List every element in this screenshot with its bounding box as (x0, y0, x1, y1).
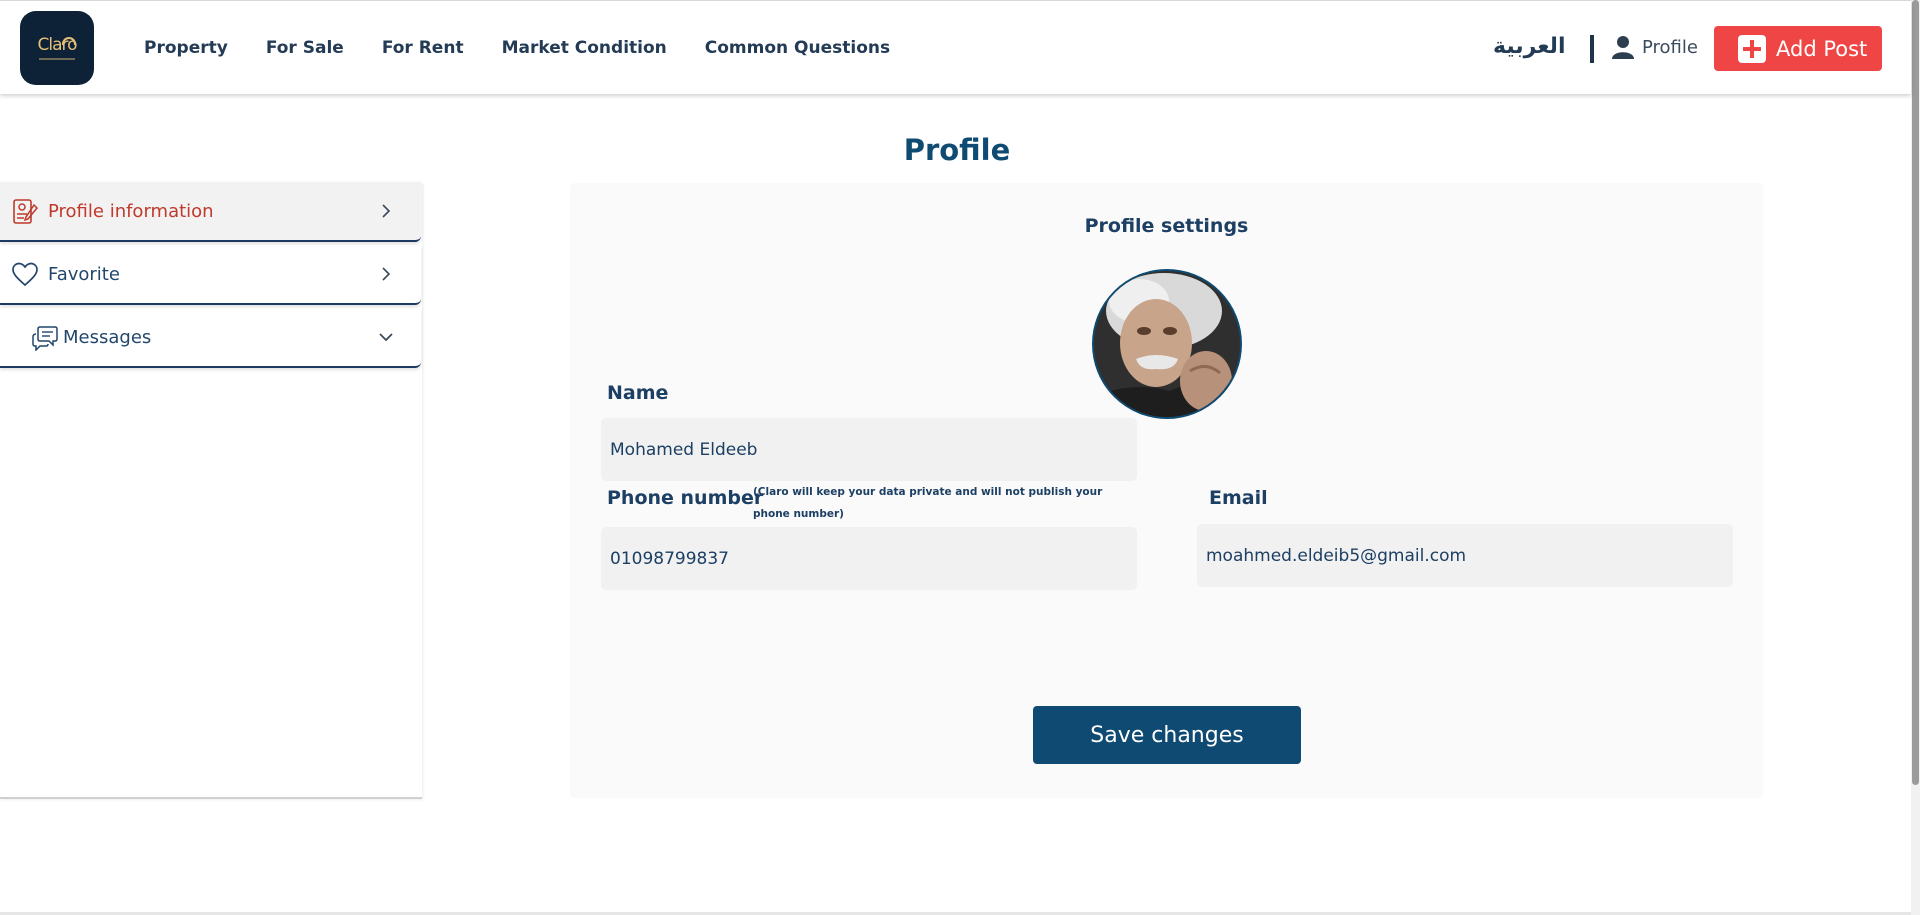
plus-icon (1738, 34, 1766, 63)
avatar[interactable] (1092, 269, 1242, 419)
nav-property[interactable]: Property (144, 38, 228, 58)
profile-document-icon (13, 199, 38, 224)
name-input[interactable] (601, 418, 1137, 481)
page-scrollbar-thumb[interactable] (1912, 0, 1919, 785)
logo-roof-icon (62, 37, 76, 45)
nav-for-rent[interactable]: For Rent (382, 38, 464, 58)
email-label: Email (1209, 487, 1268, 509)
phone-privacy-note: (Claro will keep your data private and w… (753, 486, 1103, 520)
main-nav: Property For Sale For Rent Market Condit… (144, 38, 928, 58)
header-divider (1590, 35, 1594, 63)
email-input[interactable] (1197, 524, 1733, 587)
sidebar-item-label: Profile information (48, 201, 214, 222)
sidebar-item-label: Messages (63, 327, 152, 348)
chevron-down-icon (379, 333, 393, 342)
profile-link[interactable]: Profile (1612, 35, 1698, 59)
save-changes-button[interactable]: Save changes (1033, 706, 1301, 764)
sidebar-item-profile-information[interactable]: Profile information (0, 182, 421, 242)
profile-settings-title: Profile settings (1084, 215, 1249, 237)
language-switch[interactable]: العربية (1493, 34, 1566, 59)
avatar-photo (1094, 271, 1240, 417)
claro-logo[interactable]: Claro (20, 11, 94, 85)
phone-number-label: Phone number (607, 487, 764, 509)
sidebar-item-messages[interactable]: Messages (0, 308, 421, 368)
add-post-button[interactable]: Add Post (1714, 26, 1882, 71)
logo-subtitle-line (39, 57, 75, 60)
name-label: Name (607, 382, 669, 404)
chevron-right-icon (382, 267, 391, 281)
user-icon (1612, 36, 1634, 59)
profile-settings-card: Profile settings Name Phone number (Clar… (570, 183, 1763, 798)
add-post-label: Add Post (1776, 36, 1868, 61)
sidebar-item-favorite[interactable]: Favorite (0, 245, 421, 305)
sidebar-item-label: Favorite (48, 264, 120, 285)
heart-icon (12, 262, 38, 287)
profile-sidebar: Profile information Favorite Messages (0, 182, 422, 799)
phone-number-input[interactable] (601, 527, 1137, 590)
page-title: Profile (903, 133, 1011, 167)
chat-bubbles-icon (32, 326, 58, 351)
chevron-right-icon (382, 204, 391, 218)
nav-market-condition[interactable]: Market Condition (502, 38, 667, 58)
nav-for-sale[interactable]: For Sale (266, 38, 344, 58)
top-navigation-bar: Claro Property For Sale For Rent Market … (0, 0, 1911, 94)
nav-common-questions[interactable]: Common Questions (705, 38, 890, 58)
profile-link-label: Profile (1642, 36, 1698, 58)
